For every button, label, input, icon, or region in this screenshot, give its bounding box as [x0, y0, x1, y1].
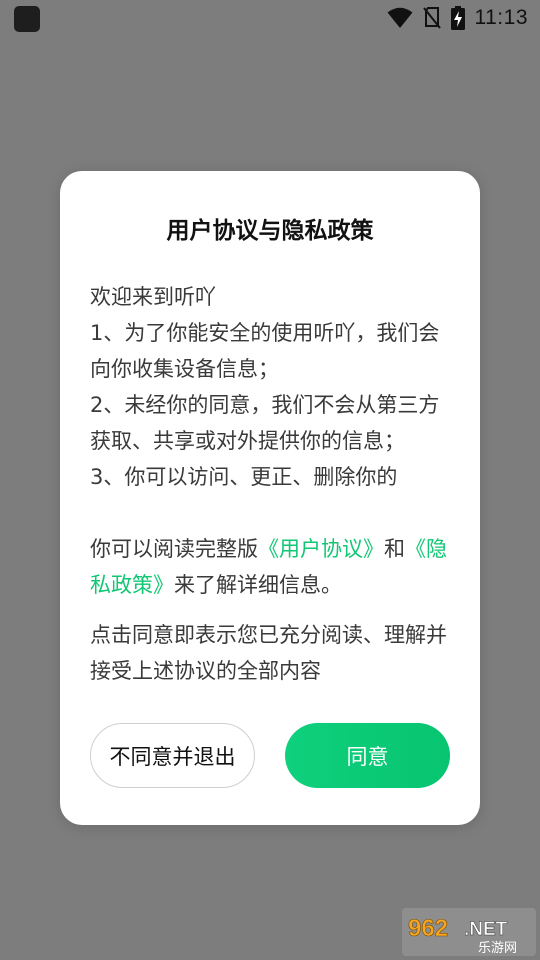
status-icons: 11:13	[387, 4, 529, 32]
no-sim-icon	[422, 7, 441, 29]
site-watermark-logo: 962 .NET 乐游网	[402, 908, 536, 956]
and-text: 和	[384, 537, 405, 561]
body-line-2: 2、未经你的同意，我们不会从第三方获取、共享或对外提供你的信息；	[90, 393, 440, 453]
read-suffix: 来了解详细信息。	[174, 573, 342, 597]
dialog-title: 用户协议与隐私政策	[166, 218, 374, 244]
status-time: 11:13	[474, 6, 528, 29]
svg-text:962: 962	[408, 915, 448, 942]
body-line-1: 1、为了你能安全的使用听吖，我们会向你收集设备信息；	[90, 321, 440, 381]
disagree-exit-button[interactable]: 不同意并退出	[90, 723, 255, 788]
battery-charging-icon	[450, 6, 465, 30]
agree-button[interactable]: 同意	[285, 723, 450, 788]
body-line-3: 3、你可以访问、更正、删除你的	[90, 465, 398, 489]
wifi-icon	[387, 7, 413, 29]
read-full-agreement-text: 你可以阅读完整版《用户协议》和《隐私政策》来了解详细信息。	[90, 531, 454, 603]
screen: 11:13 用户协议与隐私政策 欢迎来到听吖 1、为了你能安全的使用听吖，我们会…	[0, 0, 540, 960]
privacy-dialog: 用户协议与隐私政策 欢迎来到听吖 1、为了你能安全的使用听吖，我们会向你收集设备…	[60, 171, 480, 825]
svg-text:乐游网: 乐游网	[478, 941, 517, 956]
svg-text:.NET: .NET	[464, 919, 508, 940]
agreement-scroll-area[interactable]: 欢迎来到听吖 1、为了你能安全的使用听吖，我们会向你收集设备信息； 2、未经你的…	[90, 279, 454, 511]
consent-statement: 点击同意即表示您已充分阅读、理解并接受上述协议的全部内容	[90, 623, 447, 683]
status-bar: 11:13	[0, 0, 540, 36]
body-line-welcome: 欢迎来到听吖	[90, 285, 216, 309]
app-notification-icon	[14, 6, 40, 32]
read-prefix: 你可以阅读完整版	[90, 537, 258, 561]
user-agreement-link[interactable]: 《用户协议》	[258, 537, 384, 561]
